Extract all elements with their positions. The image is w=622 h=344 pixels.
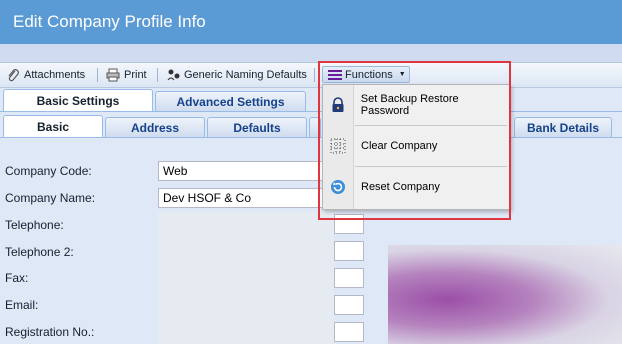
print-button[interactable]: Print xyxy=(106,67,147,83)
sub-header-bar xyxy=(0,44,622,63)
email-field[interactable] xyxy=(334,295,364,315)
hamburger-menu-icon xyxy=(327,68,342,82)
lock-icon xyxy=(323,97,353,113)
generic-naming-defaults-button[interactable]: Generic Naming Defaults xyxy=(166,67,307,83)
company-name-label: Company Name: xyxy=(5,191,96,205)
attachments-label: Attachments xyxy=(24,69,86,81)
toolbar: Attachments Print Generic Naming Default… xyxy=(0,63,622,88)
telephone-field[interactable] xyxy=(334,214,364,234)
functions-button[interactable]: Functions ▼ xyxy=(322,66,410,83)
company-name-field[interactable]: Dev HSOF & Co xyxy=(158,188,334,208)
paperclip-icon xyxy=(6,68,20,82)
menu-item-label: Set Backup Restore Password xyxy=(360,93,459,117)
toolbar-separator xyxy=(314,68,315,82)
refresh-icon xyxy=(323,179,353,195)
redacted-logo-image xyxy=(388,245,622,344)
people-icon xyxy=(166,68,180,82)
telephone2-field[interactable] xyxy=(334,241,364,261)
secondary-tab-strip: Basic Address Defaults Bank Details xyxy=(0,115,622,138)
window-title-bar: Edit Company Profile Info xyxy=(0,0,622,44)
grid-icon xyxy=(323,138,353,154)
functions-dropdown-menu: Set Backup Restore Password Clear Compan… xyxy=(322,84,510,210)
registration-label: Registration No.: xyxy=(5,325,95,339)
menu-item-reset-company[interactable]: Reset Company xyxy=(323,167,509,207)
print-label: Print xyxy=(124,69,147,81)
dropdown-arrow-icon: ▼ xyxy=(398,71,406,78)
tab-advanced-settings[interactable]: Advanced Settings xyxy=(155,91,306,111)
tab-basic[interactable]: Basic xyxy=(3,115,103,137)
toolbar-separator xyxy=(97,68,98,82)
window-title: Edit Company Profile Info xyxy=(13,12,206,31)
menu-item-set-backup-restore-password[interactable]: Set Backup Restore Password xyxy=(323,85,509,125)
primary-tab-strip: Basic Settings Advanced Settings xyxy=(0,89,622,112)
menu-item-clear-company[interactable]: Clear Company xyxy=(323,126,509,166)
telephone2-label: Telephone 2: xyxy=(5,245,74,259)
fax-label: Fax: xyxy=(5,271,29,285)
company-code-field[interactable]: Web xyxy=(158,161,334,181)
toolbar-separator xyxy=(157,68,158,82)
functions-label: Functions xyxy=(345,68,393,81)
printer-icon xyxy=(106,68,120,82)
telephone-label: Telephone: xyxy=(5,218,64,232)
redacted-fields xyxy=(158,212,334,344)
tab-bank-details[interactable]: Bank Details xyxy=(514,117,612,137)
tab-basic-settings[interactable]: Basic Settings xyxy=(3,89,153,111)
company-code-label: Company Code: xyxy=(5,164,92,178)
menu-item-label: Reset Company xyxy=(361,181,440,193)
registration-field[interactable] xyxy=(334,322,364,342)
generic-naming-defaults-label: Generic Naming Defaults xyxy=(184,69,307,81)
tab-defaults[interactable]: Defaults xyxy=(207,117,307,137)
tab-hidden[interactable] xyxy=(309,117,321,137)
tab-address[interactable]: Address xyxy=(105,117,205,137)
email-label: Email: xyxy=(5,298,39,312)
menu-item-label: Clear Company xyxy=(361,140,438,152)
fax-field[interactable] xyxy=(334,268,364,288)
attachments-button[interactable]: Attachments xyxy=(6,67,85,83)
